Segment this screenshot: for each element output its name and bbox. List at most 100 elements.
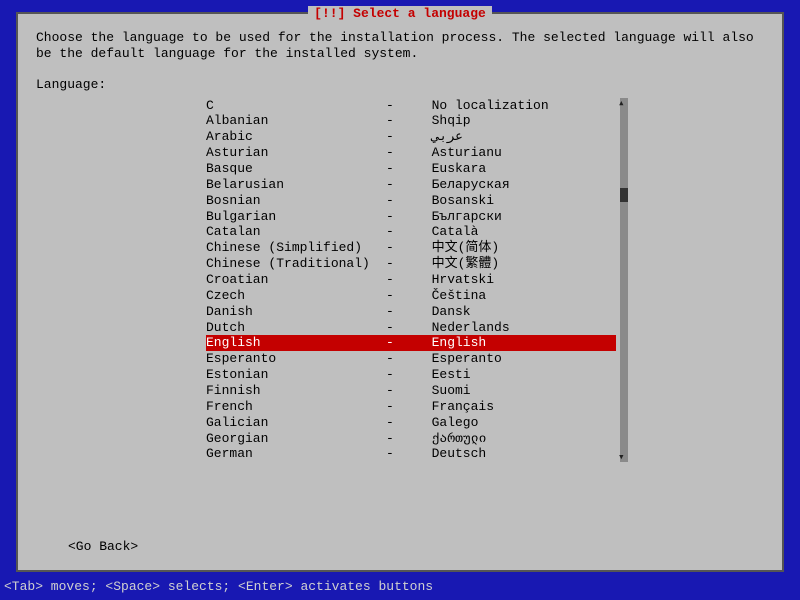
language-name: Bosnian bbox=[206, 193, 386, 209]
language-name: English bbox=[206, 335, 386, 351]
dash-separator: - bbox=[386, 446, 416, 462]
language-row[interactable]: French- Français bbox=[206, 399, 616, 415]
language-native: Français bbox=[416, 399, 616, 415]
language-native: 中文(简体) bbox=[416, 240, 616, 256]
language-row[interactable]: Albanian- Shqip bbox=[206, 113, 616, 129]
dash-separator: - bbox=[386, 145, 416, 161]
language-native: 中文(繁體) bbox=[416, 256, 616, 272]
language-native: Dansk bbox=[416, 304, 616, 320]
language-name: Esperanto bbox=[206, 351, 386, 367]
language-native: Čeština bbox=[416, 288, 616, 304]
language-row[interactable]: Arabic- عربي bbox=[206, 129, 616, 145]
dash-separator: - bbox=[386, 335, 416, 351]
language-native: Asturianu bbox=[416, 145, 616, 161]
language-name: Finnish bbox=[206, 383, 386, 399]
dash-separator: - bbox=[386, 256, 416, 272]
language-name: Czech bbox=[206, 288, 386, 304]
language-row[interactable]: Finnish- Suomi bbox=[206, 383, 616, 399]
language-native: Български bbox=[416, 209, 616, 225]
language-list[interactable]: C- No localizationAlbanian- ShqipArabic-… bbox=[206, 98, 616, 463]
language-native: Deutsch bbox=[416, 446, 616, 462]
dash-separator: - bbox=[386, 288, 416, 304]
language-name: German bbox=[206, 446, 386, 462]
language-name: Croatian bbox=[206, 272, 386, 288]
language-name: Arabic bbox=[206, 129, 386, 145]
scroll-up-icon[interactable]: ▴ bbox=[618, 96, 625, 110]
dash-separator: - bbox=[386, 129, 416, 145]
language-native: Беларуская bbox=[416, 177, 616, 193]
language-name: Georgian bbox=[206, 431, 386, 447]
language-native: Hrvatski bbox=[416, 272, 616, 288]
language-dialog: [!!] Select a language Choose the langua… bbox=[16, 12, 784, 572]
dash-separator: - bbox=[386, 304, 416, 320]
language-row[interactable]: Dutch- Nederlands bbox=[206, 320, 616, 336]
language-native: Català bbox=[416, 224, 616, 240]
language-row[interactable]: Estonian- Eesti bbox=[206, 367, 616, 383]
field-label: Language: bbox=[36, 77, 764, 92]
scroll-down-icon[interactable]: ▾ bbox=[618, 450, 625, 464]
language-name: Albanian bbox=[206, 113, 386, 129]
language-native: No localization bbox=[416, 98, 616, 114]
language-name: Galician bbox=[206, 415, 386, 431]
dash-separator: - bbox=[386, 193, 416, 209]
dash-separator: - bbox=[386, 399, 416, 415]
language-name: Bulgarian bbox=[206, 209, 386, 225]
language-row[interactable]: Bosnian- Bosanski bbox=[206, 193, 616, 209]
dash-separator: - bbox=[386, 240, 416, 256]
language-native: Shqip bbox=[416, 113, 616, 129]
language-row[interactable]: Danish- Dansk bbox=[206, 304, 616, 320]
dash-separator: - bbox=[386, 272, 416, 288]
language-native: عربي bbox=[416, 129, 616, 145]
language-name: Chinese (Traditional) bbox=[206, 256, 386, 272]
dash-separator: - bbox=[386, 383, 416, 399]
language-native: Esperanto bbox=[416, 351, 616, 367]
dash-separator: - bbox=[386, 351, 416, 367]
dash-separator: - bbox=[386, 177, 416, 193]
dash-separator: - bbox=[386, 431, 416, 447]
dash-separator: - bbox=[386, 367, 416, 383]
language-row[interactable]: English- English bbox=[206, 335, 616, 351]
scroll-thumb[interactable] bbox=[620, 188, 628, 202]
language-row[interactable]: C- No localization bbox=[206, 98, 616, 114]
language-row[interactable]: German- Deutsch bbox=[206, 446, 616, 462]
dash-separator: - bbox=[386, 161, 416, 177]
scrollbar[interactable]: ▴ ▾ bbox=[620, 98, 628, 463]
language-name: Belarusian bbox=[206, 177, 386, 193]
language-name: Catalan bbox=[206, 224, 386, 240]
language-name: Danish bbox=[206, 304, 386, 320]
language-name: C bbox=[206, 98, 386, 114]
language-name: Estonian bbox=[206, 367, 386, 383]
language-row[interactable]: Galician- Galego bbox=[206, 415, 616, 431]
language-native: English bbox=[416, 335, 616, 351]
language-row[interactable]: Czech- Čeština bbox=[206, 288, 616, 304]
language-native: Euskara bbox=[416, 161, 616, 177]
language-name: Asturian bbox=[206, 145, 386, 161]
language-row[interactable]: Chinese (Traditional)- 中文(繁體) bbox=[206, 256, 616, 272]
language-row[interactable]: Bulgarian- Български bbox=[206, 209, 616, 225]
dash-separator: - bbox=[386, 113, 416, 129]
dash-separator: - bbox=[386, 224, 416, 240]
language-row[interactable]: Basque- Euskara bbox=[206, 161, 616, 177]
language-row[interactable]: Chinese (Simplified)- 中文(简体) bbox=[206, 240, 616, 256]
language-row[interactable]: Georgian- ქართული bbox=[206, 431, 616, 447]
language-native: Eesti bbox=[416, 367, 616, 383]
instructions-text: Choose the language to be used for the i… bbox=[36, 30, 764, 63]
language-native: Bosanski bbox=[416, 193, 616, 209]
language-row[interactable]: Asturian- Asturianu bbox=[206, 145, 616, 161]
language-row[interactable]: Croatian- Hrvatski bbox=[206, 272, 616, 288]
language-native: Nederlands bbox=[416, 320, 616, 336]
status-bar: <Tab> moves; <Space> selects; <Enter> ac… bbox=[4, 579, 433, 594]
language-row[interactable]: Catalan- Català bbox=[206, 224, 616, 240]
language-native: Suomi bbox=[416, 383, 616, 399]
dash-separator: - bbox=[386, 98, 416, 114]
language-name: French bbox=[206, 399, 386, 415]
go-back-button[interactable]: <Go Back> bbox=[68, 539, 138, 554]
language-name: Chinese (Simplified) bbox=[206, 240, 386, 256]
dash-separator: - bbox=[386, 209, 416, 225]
language-row[interactable]: Belarusian- Беларуская bbox=[206, 177, 616, 193]
language-native: ქართული bbox=[416, 431, 616, 447]
language-native: Galego bbox=[416, 415, 616, 431]
language-row[interactable]: Esperanto- Esperanto bbox=[206, 351, 616, 367]
dash-separator: - bbox=[386, 415, 416, 431]
language-name: Basque bbox=[206, 161, 386, 177]
